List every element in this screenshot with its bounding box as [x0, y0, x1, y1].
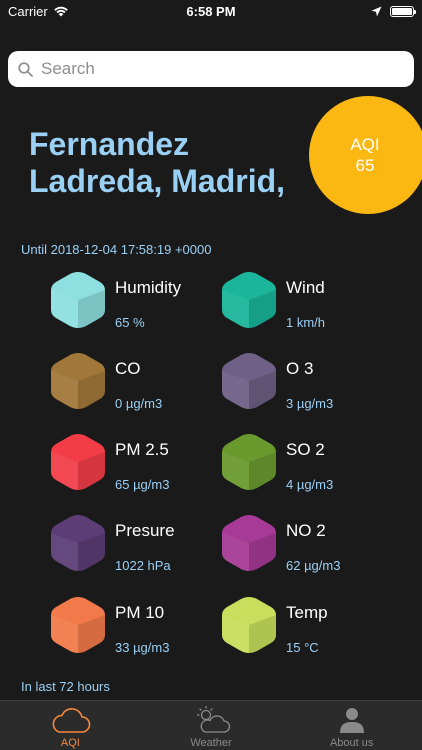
hexagon-icon	[222, 353, 276, 409]
search-icon	[18, 61, 33, 77]
last-72-hours-label: In last 72 hours	[21, 679, 110, 694]
tab-aqi[interactable]: AQI	[0, 701, 141, 750]
metric-item: Presure 1022 hPa	[49, 513, 229, 583]
metric-item: PM 2.5 65 µg/m3	[49, 432, 229, 502]
hexagon-icon	[222, 515, 276, 571]
status-bar: Carrier 6:58 PM	[0, 0, 422, 22]
search-bar[interactable]	[8, 51, 414, 87]
metric-value: 15 °C	[286, 640, 319, 655]
metric-label: PM 10	[115, 603, 165, 622]
status-left: Carrier	[8, 4, 69, 19]
metric-value: 4 µg/m3	[286, 477, 334, 492]
hexagon-icon	[51, 515, 105, 571]
metric-label: NO 2	[286, 521, 326, 540]
metric-value: 62 µg/m3	[286, 558, 341, 573]
location-arrow-icon	[371, 6, 382, 16]
metric-value: 65 µg/m3	[115, 477, 170, 492]
metric-item: SO 2 4 µg/m3	[220, 432, 400, 502]
metric-item: PM 10 33 µg/m3	[49, 595, 229, 665]
metric-item: Wind 1 km/h	[220, 270, 400, 340]
wifi-icon	[53, 6, 68, 17]
carrier-label: Carrier	[8, 3, 48, 19]
tab-aqi-label: AQI	[60, 737, 80, 749]
metric-item: NO 2 62 µg/m3	[220, 513, 400, 583]
metric-label: SO 2	[286, 440, 325, 459]
aqi-value: 65	[355, 156, 375, 175]
tab-weather-label: Weather	[190, 737, 232, 749]
hexagon-icon	[222, 272, 276, 328]
person-icon	[339, 708, 364, 733]
metric-label: Presure	[115, 521, 175, 540]
metric-value: 33 µg/m3	[115, 640, 170, 655]
metric-value: 1022 hPa	[115, 558, 171, 573]
metric-value: 1 km/h	[286, 315, 326, 330]
status-right	[371, 5, 416, 17]
until-timestamp: Until 2018-12-04 17:58:19 +0000	[21, 242, 212, 257]
metric-item: Temp 15 °C	[220, 595, 400, 665]
weather-icon	[197, 706, 231, 733]
city-title: Fernandez Ladreda, Madrid,	[29, 126, 286, 199]
tab-bar: AQI Weather About us	[0, 700, 422, 750]
tab-about-us-label: About us	[329, 737, 374, 749]
metric-label: PM 2.5	[115, 440, 169, 459]
metric-label: Temp	[286, 603, 328, 622]
hexagon-icon	[51, 597, 105, 653]
metric-label: O 3	[286, 359, 314, 378]
metric-item: O 3 3 µg/m3	[220, 351, 400, 421]
metric-value: 0 µg/m3	[115, 396, 163, 411]
hexagon-icon	[51, 434, 105, 490]
hexagon-icon	[222, 434, 276, 490]
metric-value: 3 µg/m3	[286, 396, 334, 411]
hexagon-icon	[51, 353, 105, 409]
metric-item: Humidity 65 %	[49, 270, 229, 340]
metric-label: CO	[115, 359, 141, 378]
metric-label: Humidity	[115, 278, 182, 297]
metric-item: CO 0 µg/m3	[49, 351, 229, 421]
hexagon-icon	[222, 597, 276, 653]
metric-label: Wind	[286, 278, 325, 297]
cloud-icon	[52, 708, 91, 733]
battery-icon	[390, 5, 416, 17]
metric-value: 65 %	[115, 315, 145, 330]
tab-weather[interactable]: Weather	[141, 701, 282, 750]
aqi-circle: AQI 65	[309, 96, 422, 214]
search-input[interactable]	[41, 59, 414, 79]
hexagon-icon	[51, 272, 105, 328]
aqi-label: AQI	[350, 135, 380, 154]
tab-about-us[interactable]: About us	[281, 701, 422, 750]
aqi-badge: AQI 65	[309, 96, 422, 214]
